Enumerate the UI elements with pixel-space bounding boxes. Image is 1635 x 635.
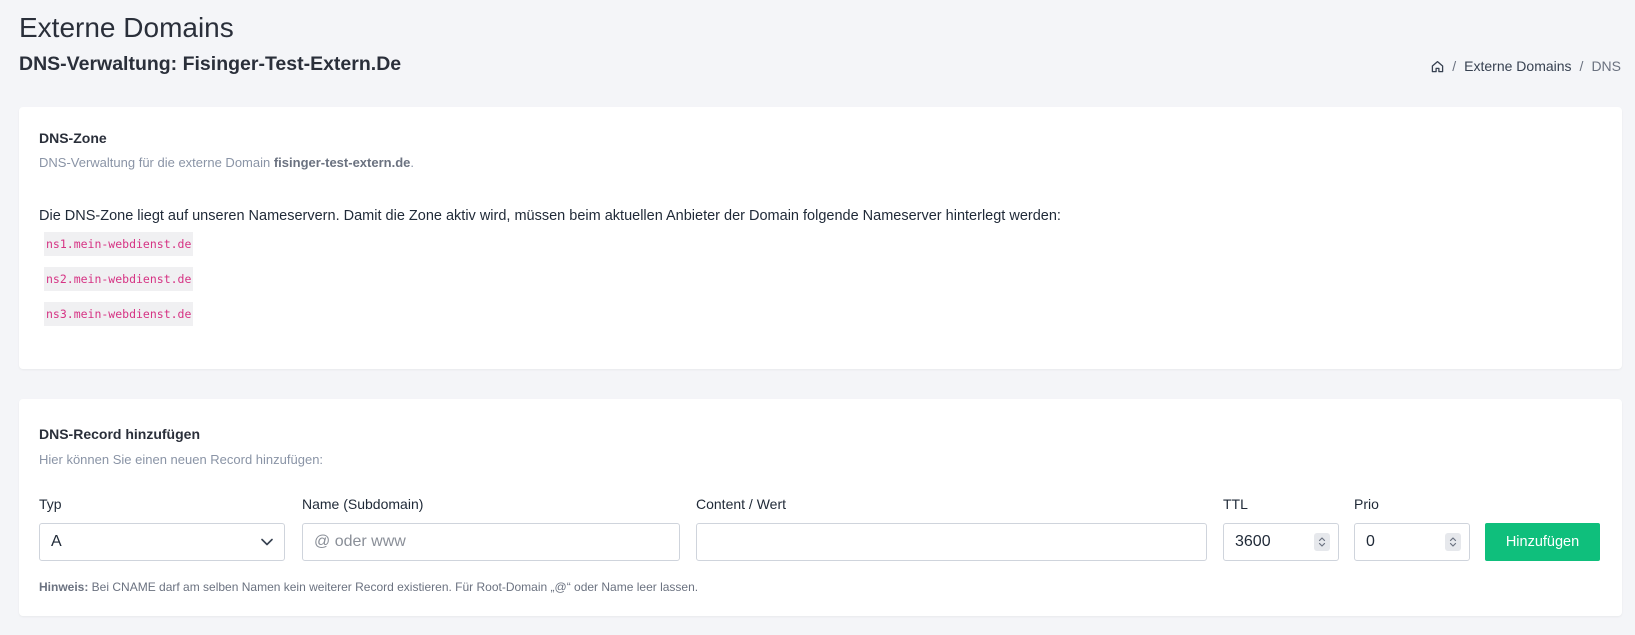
name-label: Name (Subdomain) [302,496,424,512]
breadcrumb-separator: / [1579,58,1584,74]
type-select-value: A [51,533,62,550]
content-input[interactable] [696,523,1207,561]
page-title: Externe Domains [19,12,234,43]
dns-zone-card: DNS-Zone DNS-Verwaltung für die externe … [19,107,1622,369]
add-record-description: Hier können Sie einen neuen Record hinzu… [39,452,324,467]
breadcrumb: / Externe Domains / DNS [1431,58,1621,74]
name-input[interactable] [302,523,680,561]
nameserver-3: ns3.mein-webdienst.de [44,302,194,326]
add-record-button[interactable]: Hinzufügen [1485,523,1600,561]
ttl-value: 3600 [1235,533,1271,550]
breadcrumb-current: DNS [1591,58,1621,74]
nameserver-1: ns1.mein-webdienst.de [44,232,194,256]
prio-input[interactable]: 0 [1354,523,1470,561]
hint-text: Hinweis: Bei CNAME darf am selben Namen … [39,580,698,594]
home-icon[interactable] [1431,60,1444,73]
dns-zone-description: DNS-Verwaltung für die externe Domain fi… [39,155,414,170]
hint-body: Bei CNAME darf am selben Namen kein weit… [88,580,699,594]
ttl-stepper-icon[interactable] [1314,533,1330,551]
description-prefix: DNS-Verwaltung für die externe Domain [39,155,274,170]
description-suffix: . [410,155,415,170]
ttl-input[interactable]: 3600 [1223,523,1339,561]
type-select[interactable]: A [39,523,285,561]
hint-label: Hinweis: [39,580,89,594]
page-subtitle: DNS-Verwaltung: Fisinger-Test-Extern.De [19,53,402,75]
breadcrumb-item-externe-domains[interactable]: Externe Domains [1464,58,1571,74]
prio-stepper-icon[interactable] [1445,533,1461,551]
chevron-down-icon [261,533,273,551]
type-label: Typ [39,496,62,512]
content-label: Content / Wert [696,496,787,512]
dns-zone-title: DNS-Zone [39,130,107,146]
prio-label: Prio [1354,496,1379,512]
domain-name: fisinger-test-extern.de [273,155,411,170]
add-record-card: DNS-Record hinzufügen Hier können Sie ei… [19,399,1622,616]
add-record-title: DNS-Record hinzufügen [39,426,200,442]
breadcrumb-separator: / [1452,58,1457,74]
prio-value: 0 [1366,533,1375,550]
nameserver-2: ns2.mein-webdienst.de [44,267,194,291]
zone-info-text: Die DNS-Zone liegt auf unseren Nameserve… [39,208,1061,224]
ttl-label: TTL [1223,496,1248,512]
